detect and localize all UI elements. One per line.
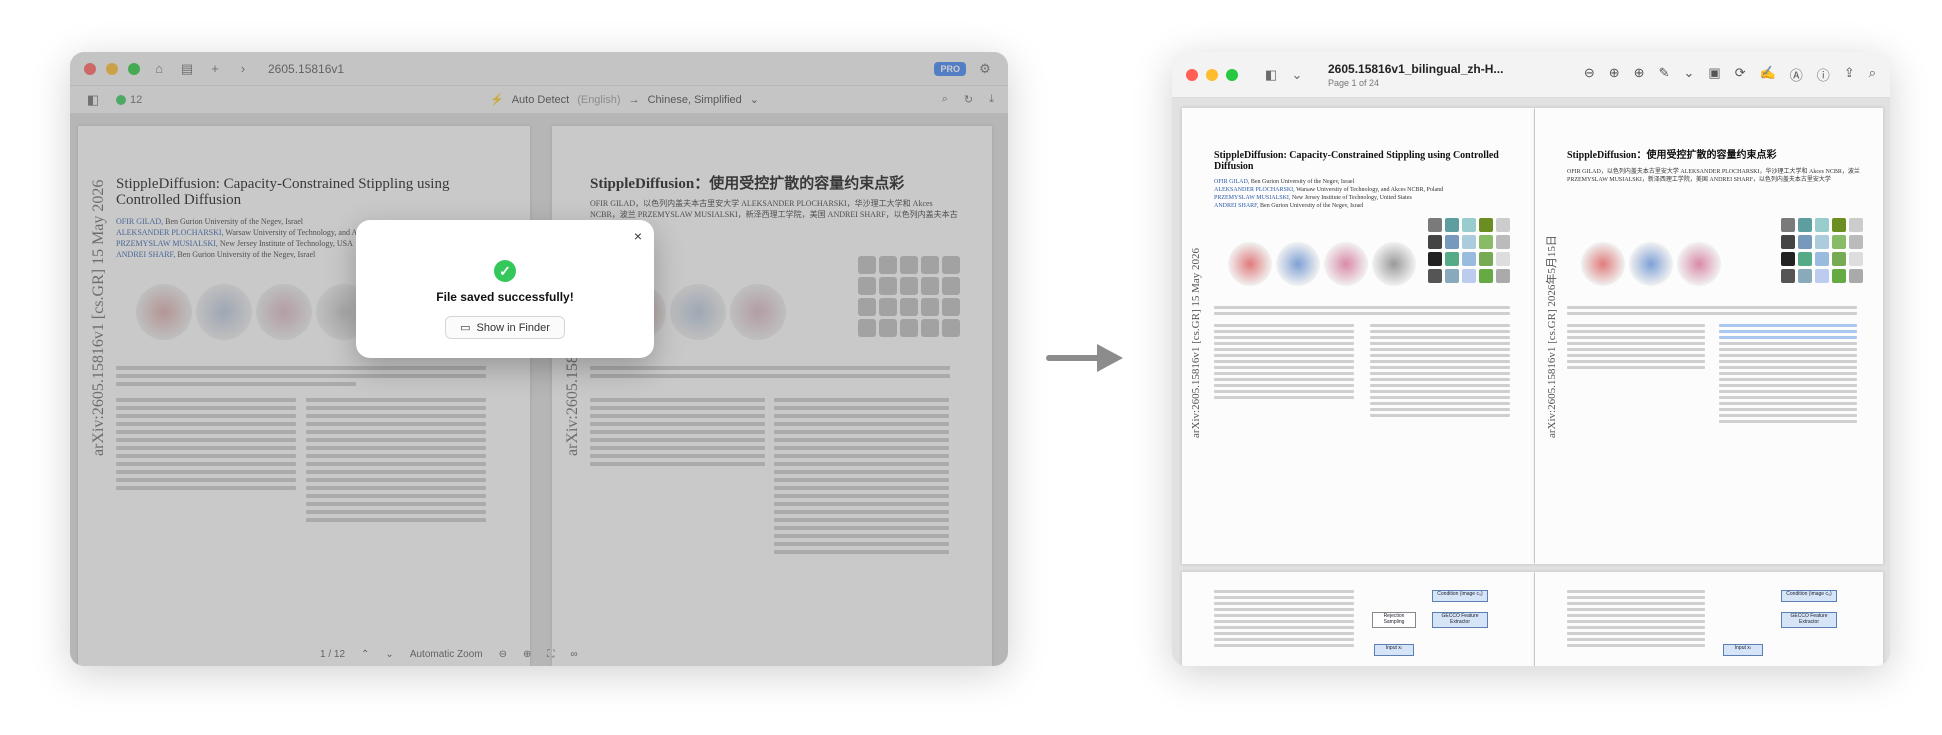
preview-tools: ⊖ ⊕ ⊕ ✎ ⌄ ▣ ⟳ ✍ Ⓐ ⓘ ⇪ ⌕ — [1584, 65, 1876, 84]
teaser-figure — [1214, 218, 1510, 296]
bilingual-page-en-2: Condition (image c₀) GECCO Feature Extra… — [1182, 572, 1534, 666]
paper-title: StippleDiffusion: Capacity-Constrained S… — [1214, 150, 1499, 172]
highlighted-text — [1719, 336, 1857, 339]
markup-pen-icon[interactable]: ✎ — [1659, 65, 1670, 84]
arxiv-side-label: arXiv:2605.15816v1 [cs.GR] 15 May 2026 — [1190, 247, 1202, 438]
search-icon[interactable]: ⌕ — [1869, 65, 1876, 84]
chevron-down-icon[interactable]: ⌄ — [1683, 65, 1694, 84]
diagram-condition-box-zh: Condition (image c₀) — [1781, 590, 1837, 602]
diagram-rejection-box: Rejection Sampling — [1372, 612, 1416, 628]
bilingual-page-zh: arXiv:2605.15816v1 [cs.GR] 2026年5月15日 St… — [1535, 108, 1883, 564]
zoom-window-button[interactable] — [1226, 68, 1238, 81]
highlighted-text — [1719, 330, 1857, 333]
share-icon[interactable]: ⇪ — [1844, 65, 1855, 84]
minimize-window-button[interactable] — [1206, 68, 1218, 81]
zoom-in-icon[interactable]: ⊕ — [1609, 65, 1620, 84]
folder-icon: ▭ — [460, 322, 471, 334]
rotate-icon[interactable]: ⟳ — [1735, 65, 1746, 84]
dialog-close-button[interactable]: × — [634, 228, 642, 244]
highlighted-text — [1719, 324, 1857, 327]
screenshot-stage: ⌂ ▤ + › 2605.15816v1 PRO ⚙ ◧ 12 ⚡ Auto D… — [0, 0, 1942, 735]
bilingual-page-zh-2: Condition (image c₀) GECCO Feature Extra… — [1535, 572, 1883, 666]
preview-window: ◧ ⌄ 2605.15816v1_bilingual_zh-H... Page … — [1172, 52, 1890, 666]
preview-viewer[interactable]: arXiv:2605.15816v1 [cs.GR] 15 May 2026 S… — [1172, 98, 1890, 666]
document-title-block: 2605.15816v1_bilingual_zh-H... Page 1 of… — [1328, 62, 1503, 88]
bilingual-page-en: arXiv:2605.15816v1 [cs.GR] 15 May 2026 S… — [1182, 108, 1534, 564]
checkmark-icon: ✓ — [494, 260, 516, 282]
highlight-icon[interactable]: Ⓐ — [1790, 65, 1803, 84]
paper-authors: OFIR GILAD, Ben Gurion University of the… — [1214, 179, 1444, 209]
diagram-input-box: Input xₜ — [1374, 644, 1414, 656]
close-window-button[interactable] — [1186, 68, 1198, 81]
paper-authors-zh: OFIR GILAD，以色列内盖夫本古里安大学 ALEKSANDER PLOCH… — [1567, 169, 1860, 183]
diagram-gecco-box: GECCO Feature Extractor — [1432, 612, 1488, 628]
preview-toolbar: ◧ ⌄ 2605.15816v1_bilingual_zh-H... Page … — [1172, 52, 1890, 98]
image-icon[interactable]: ▣ — [1708, 65, 1720, 84]
modal-overlay — [70, 52, 1008, 666]
diagram-condition-box: Condition (image c₀) — [1432, 590, 1488, 602]
save-success-dialog: × ✓ File saved successfully! ▭ Show in F… — [356, 220, 654, 358]
diagram-gecco-box-zh: GECCO Feature Extractor — [1781, 612, 1837, 628]
translator-window: ⌂ ▤ + › 2605.15816v1 PRO ⚙ ◧ 12 ⚡ Auto D… — [70, 52, 1008, 666]
diagram-input-box-zh: Input xₜ — [1723, 644, 1763, 656]
show-in-finder-button[interactable]: ▭ Show in Finder — [445, 316, 565, 339]
paper-title-zh: StippleDiffusion：使用受控扩散的容量约束点彩 — [1567, 150, 1777, 161]
arxiv-side-label-zh: arXiv:2605.15816v1 [cs.GR] 2026年5月15日 — [1546, 235, 1558, 438]
dialog-message: File saved successfully! — [436, 290, 574, 304]
page-count: Page 1 of 24 — [1328, 77, 1380, 88]
zoom-out-icon[interactable]: ⊖ — [1584, 65, 1595, 84]
chevron-down-icon[interactable]: ⌄ — [1288, 66, 1306, 84]
show-in-finder-label: Show in Finder — [476, 321, 550, 334]
sidebar-toggle-icon[interactable]: ◧ — [1262, 66, 1280, 84]
info-icon[interactable]: ⓘ — [1817, 65, 1830, 84]
document-title[interactable]: 2605.15816v1_bilingual_zh-H... — [1328, 62, 1503, 76]
sign-icon[interactable]: ✍ — [1760, 65, 1776, 84]
teaser-figure-zh — [1567, 218, 1863, 296]
zoom-fit-icon[interactable]: ⊕ — [1634, 65, 1645, 84]
flow-arrow-icon — [1046, 344, 1123, 372]
